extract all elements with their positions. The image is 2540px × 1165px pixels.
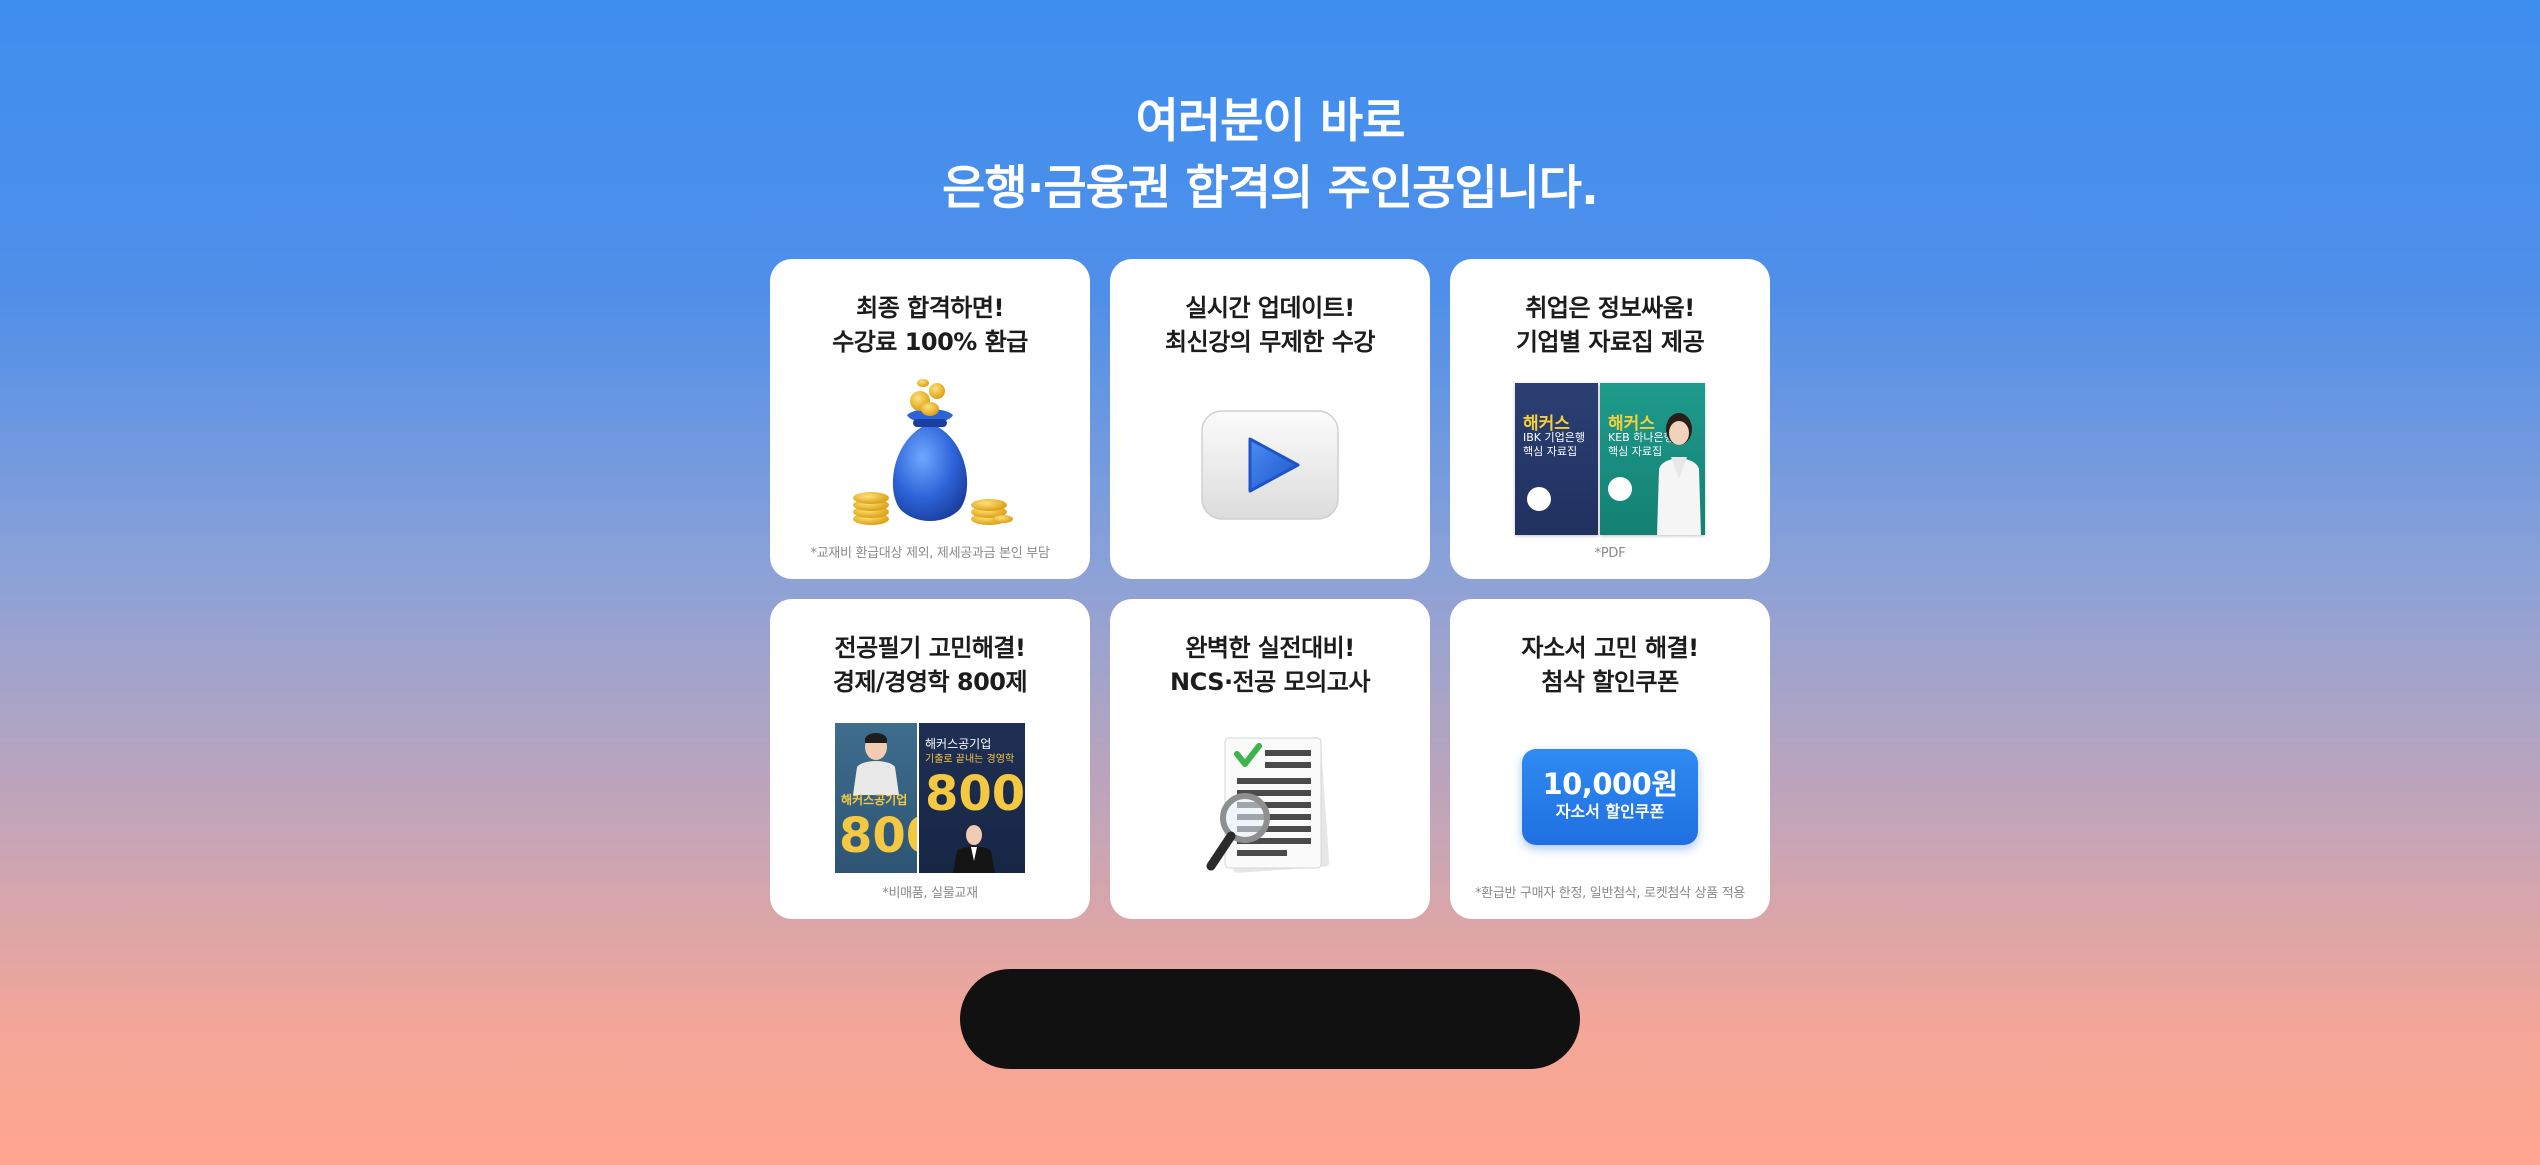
book-subtitle-line-1: IBK 기업은행 xyxy=(1523,431,1585,444)
card-title: 전공필기 고민해결! 경제/경영학 800제 xyxy=(770,631,1090,699)
book-subtitle: 기출로 끝내는 경영학 xyxy=(925,754,1015,765)
benefit-card-lectures: 실시간 업데이트! 최신강의 무제한 수강 xyxy=(1110,259,1430,579)
card-note: *교재비 환급대상 제외, 제세공과금 본인 부담 xyxy=(810,546,1050,561)
card-title-line-2: 최신강의 무제한 수강 xyxy=(1165,328,1375,356)
benefit-card-800: 전공필기 고민해결! 경제/경영학 800제 해커스공기업 800 해커스공기업… xyxy=(770,599,1090,919)
book-covers: 해커스 IBK 기업은행 핵심 자료집 해커스 KEB 하나은행 핵심 자료집 xyxy=(1515,383,1705,535)
benefit-card-mock-exam: 완벽한 실전대비! NCS·전공 모의고사 xyxy=(1110,599,1430,919)
card-title: 자소서 고민 해결! 첨삭 할인쿠폰 xyxy=(1450,631,1770,699)
promo-section: 여러분이 바로 은행·금융권 합격의 주인공입니다. 최종 합격하면! 수강료 … xyxy=(0,0,2540,1165)
card-title-line-1: 취업은 정보싸움! xyxy=(1525,294,1695,322)
card-title-line-1: 전공필기 고민해결! xyxy=(834,634,1026,662)
play-button-icon xyxy=(1201,410,1339,520)
book-subtitle-line-2: 핵심 자료집 xyxy=(1523,445,1578,458)
person-photo-icon xyxy=(1657,413,1701,535)
book-cover-ibk: 해커스 IBK 기업은행 핵심 자료집 xyxy=(1515,383,1598,535)
benefit-grid: 최종 합격하면! 수강료 100% 환급 *교재비 환급대상 제외, 제세공과금… xyxy=(770,259,1770,919)
card-title-line-1: 자소서 고민 해결! xyxy=(1521,634,1699,662)
document-magnifier-icon xyxy=(1206,737,1330,873)
card-note: *비매품, 실물교재 xyxy=(882,886,978,901)
headline-line-1: 여러분이 바로 xyxy=(1135,94,1406,149)
benefit-card-coupon: 자소서 고민 해결! 첨삭 할인쿠폰 10,000원 자소서 할인쿠폰 *환급반… xyxy=(1450,599,1770,919)
discount-coupon: 10,000원 자소서 할인쿠폰 xyxy=(1522,749,1698,845)
book-cover-business: 해커스공기업 기출로 끝내는 경영학 800 xyxy=(919,723,1025,873)
coupon-label: 자소서 할인쿠폰 xyxy=(1555,802,1665,821)
cta-button[interactable] xyxy=(960,969,1580,1069)
card-title-line-2: 첨삭 할인쿠폰 xyxy=(1541,668,1679,696)
book-cover-keb: 해커스 KEB 하나은행 핵심 자료집 xyxy=(1600,383,1705,535)
book-big-number: 800 xyxy=(925,766,1025,822)
card-note: *환급반 구매자 한정, 일반첨삭, 로켓첨삭 상품 적용 xyxy=(1474,886,1746,901)
card-title-line-2: 수강료 100% 환급 xyxy=(832,328,1028,356)
benefit-card-materials: 취업은 정보싸움! 기업별 자료집 제공 해커스 IBK 기업은행 핵심 자료집… xyxy=(1450,259,1770,579)
headline-line-2: 은행·금융권 합격의 주인공입니다. xyxy=(942,161,1599,216)
book-brand: 해커스공기업 xyxy=(925,737,992,751)
person-photo-icon xyxy=(953,825,995,873)
book-big-number: 800 xyxy=(839,808,917,864)
money-bag-icon xyxy=(853,379,1013,525)
benefit-card-refund: 최종 합격하면! 수강료 100% 환급 *교재비 환급대상 제외, 제세공과금… xyxy=(770,259,1090,579)
book-subtitle: IBK 기업은행 핵심 자료집 xyxy=(1523,431,1585,459)
bank-logo-icon xyxy=(1527,487,1551,511)
card-title-line-1: 최종 합격하면! xyxy=(856,294,1004,322)
book-cover-economics: 해커스공기업 800 xyxy=(835,723,917,873)
card-title: 완벽한 실전대비! NCS·전공 모의고사 xyxy=(1110,631,1430,699)
card-title-line-1: 실시간 업데이트! xyxy=(1185,294,1355,322)
book-covers: 해커스공기업 800 해커스공기업 기출로 끝내는 경영학 800 xyxy=(835,723,1025,873)
card-title: 취업은 정보싸움! 기업별 자료집 제공 xyxy=(1450,291,1770,359)
card-note: *PDF xyxy=(1594,546,1626,561)
card-title-line-2: 경제/경영학 800제 xyxy=(832,668,1028,696)
bank-logo-icon xyxy=(1608,477,1632,501)
card-title: 최종 합격하면! 수강료 100% 환급 xyxy=(770,291,1090,359)
card-title-line-2: NCS·전공 모의고사 xyxy=(1170,668,1370,696)
card-title-line-2: 기업별 자료집 제공 xyxy=(1515,328,1705,356)
card-title: 실시간 업데이트! 최신강의 무제한 수강 xyxy=(1110,291,1430,359)
person-photo-icon xyxy=(853,733,899,795)
coupon-amount: 10,000원 xyxy=(1542,767,1678,801)
card-title-line-1: 완벽한 실전대비! xyxy=(1185,634,1355,662)
book-brand: 해커스공기업 xyxy=(841,793,908,807)
headline: 여러분이 바로 은행·금융권 합격의 주인공입니다. xyxy=(0,88,2540,222)
